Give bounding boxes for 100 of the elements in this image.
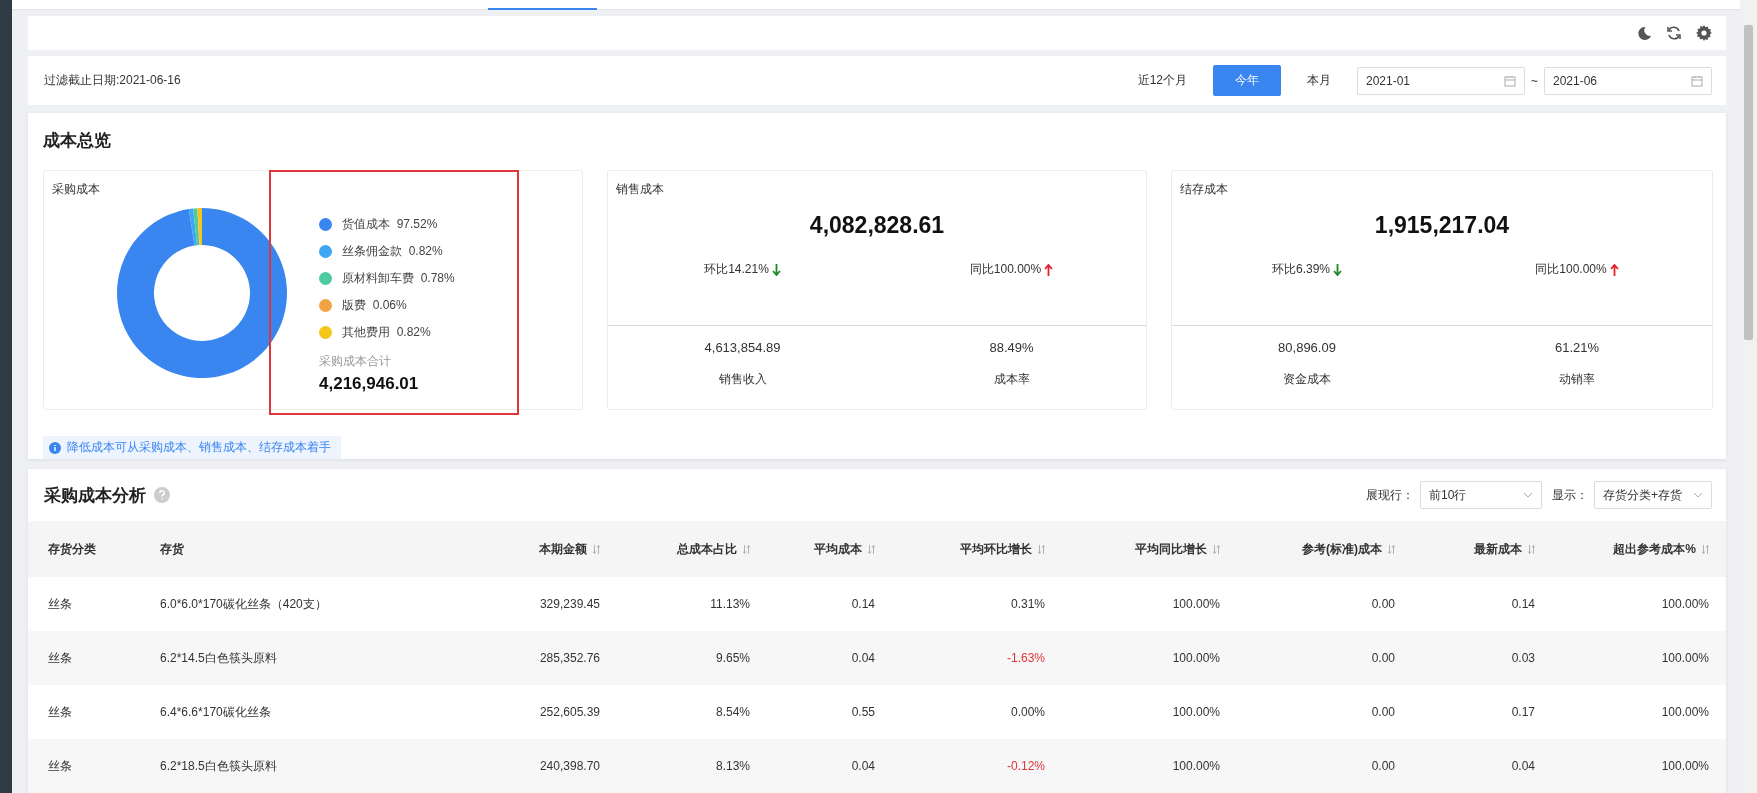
start-date-field[interactable]: 2021-01	[1357, 66, 1525, 95]
column-header: 平均成本	[814, 540, 862, 558]
table-cell: 100.00%	[1661, 651, 1709, 665]
column-header: 存货	[160, 540, 184, 558]
metric-label: 动销率	[1558, 371, 1596, 388]
legend-label: 原材料卸车费 0.78%	[342, 270, 455, 287]
table-cell: 0.00	[1371, 705, 1395, 719]
column-header: 平均环比增长	[960, 540, 1032, 558]
metric-value: 4,613,854.89	[703, 340, 782, 355]
cost-amount: 1,915,217.04	[1373, 212, 1511, 239]
table-cell: 100.00%	[1661, 759, 1709, 773]
down-arrow-icon	[1333, 263, 1342, 276]
metric-value: 88.49%	[988, 340, 1035, 355]
total-label: 采购成本合计	[319, 353, 392, 370]
sort-icon[interactable]	[593, 544, 600, 554]
trend-text: 同比100.00%	[1535, 261, 1607, 278]
help-icon[interactable]	[154, 487, 170, 503]
table-cell: 8.54%	[715, 705, 750, 719]
table-cell: 100.00%	[1661, 705, 1709, 719]
down-arrow-icon	[771, 263, 781, 276]
sort-icon[interactable]	[1528, 544, 1535, 554]
table-cell: 100.00%	[1172, 705, 1220, 719]
table-cell: 6.2*18.5白色筷头原料	[160, 758, 277, 773]
up-arrow-icon	[1609, 263, 1619, 276]
end-date-field[interactable]: 2021-06	[1544, 66, 1712, 95]
table-cell: 0.55	[851, 705, 875, 719]
metric-value: 61.21%	[1553, 340, 1601, 355]
column-header: 最新成本	[1474, 540, 1522, 558]
table-cell: 丝条	[48, 758, 72, 773]
table-cell: 0.04	[851, 759, 875, 773]
range-button[interactable]: 本月	[1293, 65, 1345, 97]
table-cell: 丝条	[48, 704, 72, 719]
column-header: 本期金额	[539, 540, 587, 558]
table-cell: 6.0*6.0*170碳化丝条（420支）	[160, 596, 327, 611]
table-cell: -1.63%	[1006, 651, 1045, 665]
range-button[interactable]: 近12个月	[1123, 65, 1201, 97]
sort-icon[interactable]	[1702, 544, 1709, 554]
metric-label: 资金成本	[1282, 371, 1332, 388]
table-cell: -0.12%	[1006, 759, 1045, 773]
table-cell: 100.00%	[1172, 759, 1220, 773]
table-cell: 0.03	[1511, 651, 1535, 665]
table-cell: 0.31%	[1010, 597, 1045, 611]
column-header: 存货分类	[48, 540, 96, 558]
column-header: 总成本占比	[677, 540, 737, 558]
table-cell: 240,398.70	[539, 759, 600, 773]
table-cell: 0.00	[1371, 651, 1395, 665]
legend-label: 其他费用 0.82%	[342, 324, 431, 341]
display-select[interactable]: 存货分类+存货	[1594, 481, 1712, 509]
table-cell: 329,239.45	[539, 597, 600, 611]
moon-icon[interactable]	[1637, 25, 1652, 41]
table-cell: 丝条	[48, 596, 72, 611]
card-title: 结存成本	[1179, 181, 1229, 198]
column-header: 参考(标准)成本	[1302, 540, 1382, 558]
metric-value: 80,896.09	[1277, 340, 1337, 355]
table-cell: 8.13%	[715, 759, 750, 773]
table-cell: 252,605.39	[539, 705, 600, 719]
chevron-down-icon	[1523, 492, 1533, 498]
sort-icon[interactable]	[1213, 544, 1220, 554]
table-cell: 0.04	[1511, 759, 1535, 773]
legend-label: 货值成本 97.52%	[342, 216, 438, 233]
display-label: 显示：	[1552, 486, 1588, 504]
table-cell: 100.00%	[1661, 597, 1709, 611]
filter-cutoff-date: 过滤截止日期:2021-06-16	[44, 72, 182, 90]
table-cell: 11.13%	[710, 597, 750, 611]
column-header: 平均同比增长	[1135, 540, 1207, 558]
table-cell: 0.00	[1371, 597, 1395, 611]
table-cell: 0.14	[1511, 597, 1535, 611]
metric-label: 成本率	[992, 371, 1031, 388]
table-cell: 9.65%	[715, 651, 750, 665]
up-arrow-icon	[1044, 263, 1054, 276]
settings-icon[interactable]	[1696, 25, 1712, 42]
trend-text: 环比6.39%	[1272, 261, 1330, 278]
rows-label: 展现行：	[1366, 486, 1414, 504]
rows-select[interactable]: 前10行	[1420, 481, 1542, 509]
cost-amount: 4,082,828.61	[808, 212, 946, 239]
table-cell: 丝条	[48, 650, 72, 665]
sort-icon[interactable]	[1038, 544, 1045, 554]
table-cell: 100.00%	[1172, 651, 1220, 665]
chevron-down-icon	[1693, 492, 1703, 498]
card-title: 采购成本	[51, 181, 101, 198]
calendar-icon	[1691, 74, 1703, 87]
column-header: 超出参考成本%	[1613, 540, 1696, 558]
table-cell: 0.00	[1371, 759, 1395, 773]
range-separator: ~	[1531, 73, 1538, 88]
table-cell: 6.4*6.6*170碳化丝条	[160, 704, 271, 719]
calendar-icon	[1504, 74, 1516, 87]
total-amount: 4,216,946.01	[319, 374, 420, 394]
section-title: 成本总览	[43, 130, 112, 152]
refresh-icon[interactable]	[1666, 25, 1682, 42]
sort-icon[interactable]	[1388, 544, 1395, 554]
table-cell: 285,352.76	[539, 651, 600, 665]
sort-icon[interactable]	[868, 544, 875, 554]
section-title: 采购成本分析	[44, 484, 146, 507]
table-cell: 6.2*14.5白色筷头原料	[160, 650, 277, 665]
range-button[interactable]: 今年	[1213, 65, 1281, 97]
sort-icon[interactable]	[743, 544, 750, 554]
legend-label: 丝条佣金款 0.82%	[342, 243, 443, 260]
card-title: 销售成本	[615, 181, 665, 198]
table-cell: 0.14	[851, 597, 875, 611]
info-icon	[49, 441, 61, 454]
